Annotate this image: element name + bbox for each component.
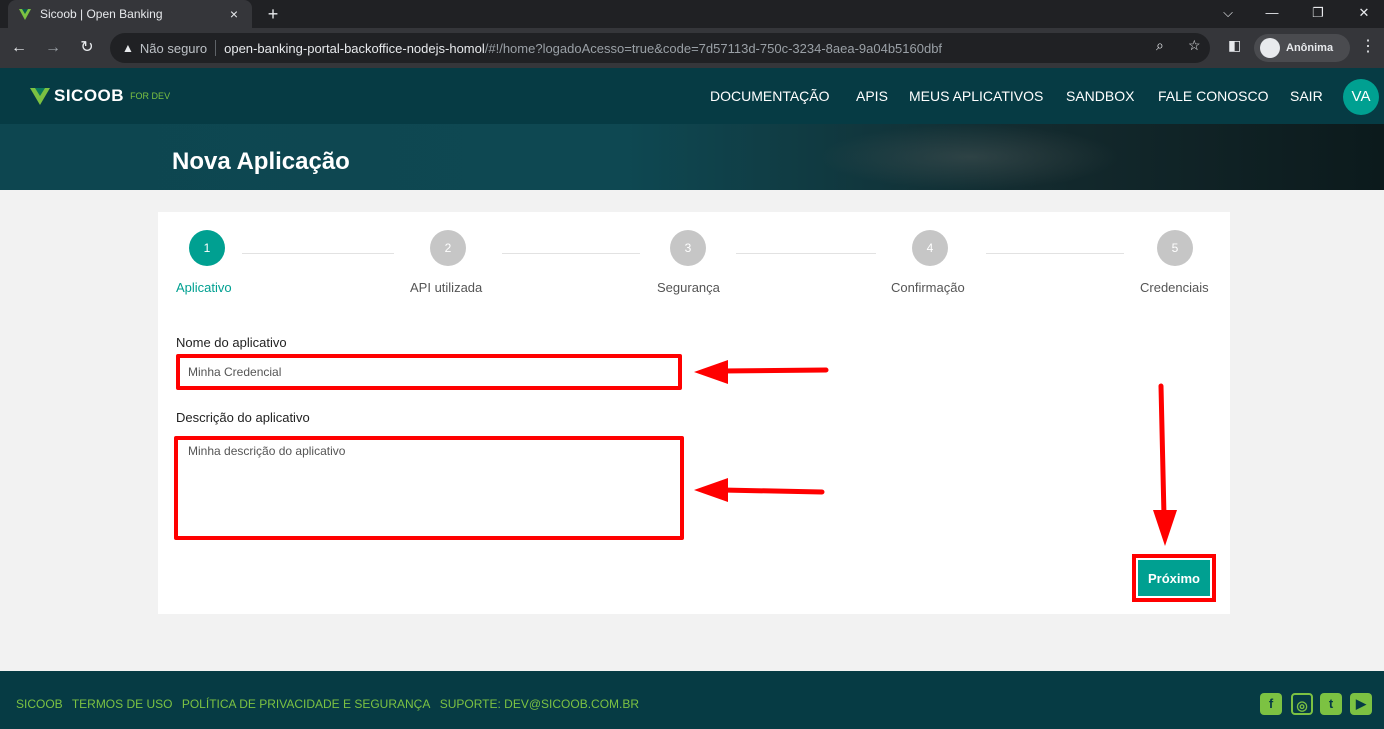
nav-sair[interactable]: SAIR <box>1290 88 1323 104</box>
user-avatar[interactable]: VA <box>1343 79 1379 115</box>
url-host: open-banking-portal-backoffice-nodejs-ho… <box>224 40 485 56</box>
page-hero: Nova Aplicação <box>0 124 1384 190</box>
footer-links: SICOOB TERMOS DE USO POLÍTICA DE PRIVACI… <box>16 697 645 711</box>
url-path: /#!/home?logadoAcesso=true&code=7d57113d… <box>484 40 943 56</box>
app-description-label: Descrição do aplicativo <box>176 410 310 425</box>
reload-icon[interactable]: ↻ <box>76 37 98 59</box>
profile-label: Anônima <box>1286 42 1334 54</box>
incognito-profile-button[interactable]: Anônima <box>1254 34 1350 62</box>
browser-toolbar: ← → ↻ ▲ Não seguro open-banking-portal-b… <box>0 28 1384 68</box>
step-connector <box>502 253 640 254</box>
footer-link-sicoob[interactable]: SICOOB <box>16 697 63 711</box>
next-button-highlight: Próximo <box>1132 554 1216 602</box>
minimize-icon[interactable]: — <box>1252 0 1292 28</box>
address-separator <box>215 40 217 56</box>
step-3-label: Segurança <box>657 280 720 295</box>
hero-background-image <box>820 124 1120 190</box>
step-2-label: API utilizada <box>410 280 483 295</box>
step-1-label: Aplicativo <box>176 280 232 295</box>
step-4-indicator: 4 <box>912 230 948 266</box>
sicoob-favicon-icon <box>19 9 31 20</box>
browser-tab-bar: Sicoob | Open Banking × + ⌵ — ❐ ✕ <box>0 0 1384 28</box>
facebook-icon[interactable]: f <box>1260 693 1282 715</box>
back-icon[interactable]: ← <box>8 37 30 59</box>
side-panel-icon[interactable]: ◧ <box>1228 37 1241 54</box>
app-name-label: Nome do aplicativo <box>176 335 287 350</box>
nav-fale-conosco[interactable]: FALE CONOSCO <box>1158 88 1268 104</box>
page-title: Nova Aplicação <box>172 148 350 175</box>
browser-menu-icon[interactable]: ⋮ <box>1360 36 1376 56</box>
logo-subtitle: FOR DEV <box>130 91 171 101</box>
forward-icon[interactable]: → <box>42 37 64 59</box>
incognito-icon <box>1260 38 1280 58</box>
browser-tab[interactable]: Sicoob | Open Banking × <box>8 0 252 28</box>
new-tab-icon[interactable]: + <box>262 3 284 25</box>
footer-link-privacy[interactable]: POLÍTICA DE PRIVACIDADE E SEGURANÇA <box>182 697 431 711</box>
step-3-indicator: 3 <box>670 230 706 266</box>
step-connector <box>242 253 394 254</box>
restore-icon[interactable]: ❐ <box>1298 0 1338 28</box>
logo-text: SICOOB <box>54 86 125 105</box>
instagram-icon[interactable]: ◎ <box>1291 693 1313 715</box>
footer-link-support[interactable]: SUPORTE: DEV@SICOOB.COM.BR <box>440 697 639 711</box>
security-label: Não seguro <box>139 40 208 56</box>
new-application-card: 1 2 3 4 5 Aplicativo API utilizada Segur… <box>158 212 1230 614</box>
close-window-icon[interactable]: ✕ <box>1344 0 1384 28</box>
site-footer: SICOOB TERMOS DE USO POLÍTICA DE PRIVACI… <box>0 671 1384 729</box>
nav-sandbox[interactable]: SANDBOX <box>1066 88 1134 104</box>
app-name-input[interactable] <box>176 354 682 390</box>
next-button[interactable]: Próximo <box>1138 560 1210 596</box>
nav-meus-aplicativos[interactable]: MEUS APLICATIVOS <box>909 88 1043 104</box>
step-1-indicator: 1 <box>189 230 225 266</box>
sicoob-logo-icon <box>30 88 50 105</box>
youtube-icon[interactable]: ▶ <box>1350 693 1372 715</box>
app-description-textarea[interactable]: Minha descrição do aplicativo <box>174 436 684 540</box>
step-connector <box>986 253 1124 254</box>
tab-close-icon[interactable]: × <box>226 6 242 22</box>
sicoob-logo[interactable]: SICOOB FOR DEV <box>30 86 170 106</box>
nav-apis[interactable]: APIS <box>856 88 888 104</box>
step-4-label: Confirmação <box>891 280 965 295</box>
bookmark-star-icon[interactable]: ☆ <box>1188 37 1201 54</box>
step-2-indicator: 2 <box>430 230 466 266</box>
step-5-indicator: 5 <box>1157 230 1193 266</box>
step-5-label: Credenciais <box>1140 280 1209 295</box>
twitter-icon[interactable]: t <box>1320 693 1342 715</box>
zoom-icon[interactable]: ⌕ <box>1156 37 1164 54</box>
site-header: SICOOB FOR DEV DOCUMENTAÇÃO APIS MEUS AP… <box>0 68 1384 124</box>
footer-link-terms[interactable]: TERMOS DE USO <box>72 697 173 711</box>
tab-title: Sicoob | Open Banking <box>40 7 163 21</box>
nav-documentacao[interactable]: DOCUMENTAÇÃO <box>710 88 830 104</box>
step-connector <box>736 253 876 254</box>
address-bar[interactable]: ▲ Não seguro open-banking-portal-backoff… <box>110 33 1210 63</box>
warning-icon: ▲ <box>122 41 134 55</box>
tab-search-icon[interactable]: ⌵ <box>1208 0 1248 28</box>
